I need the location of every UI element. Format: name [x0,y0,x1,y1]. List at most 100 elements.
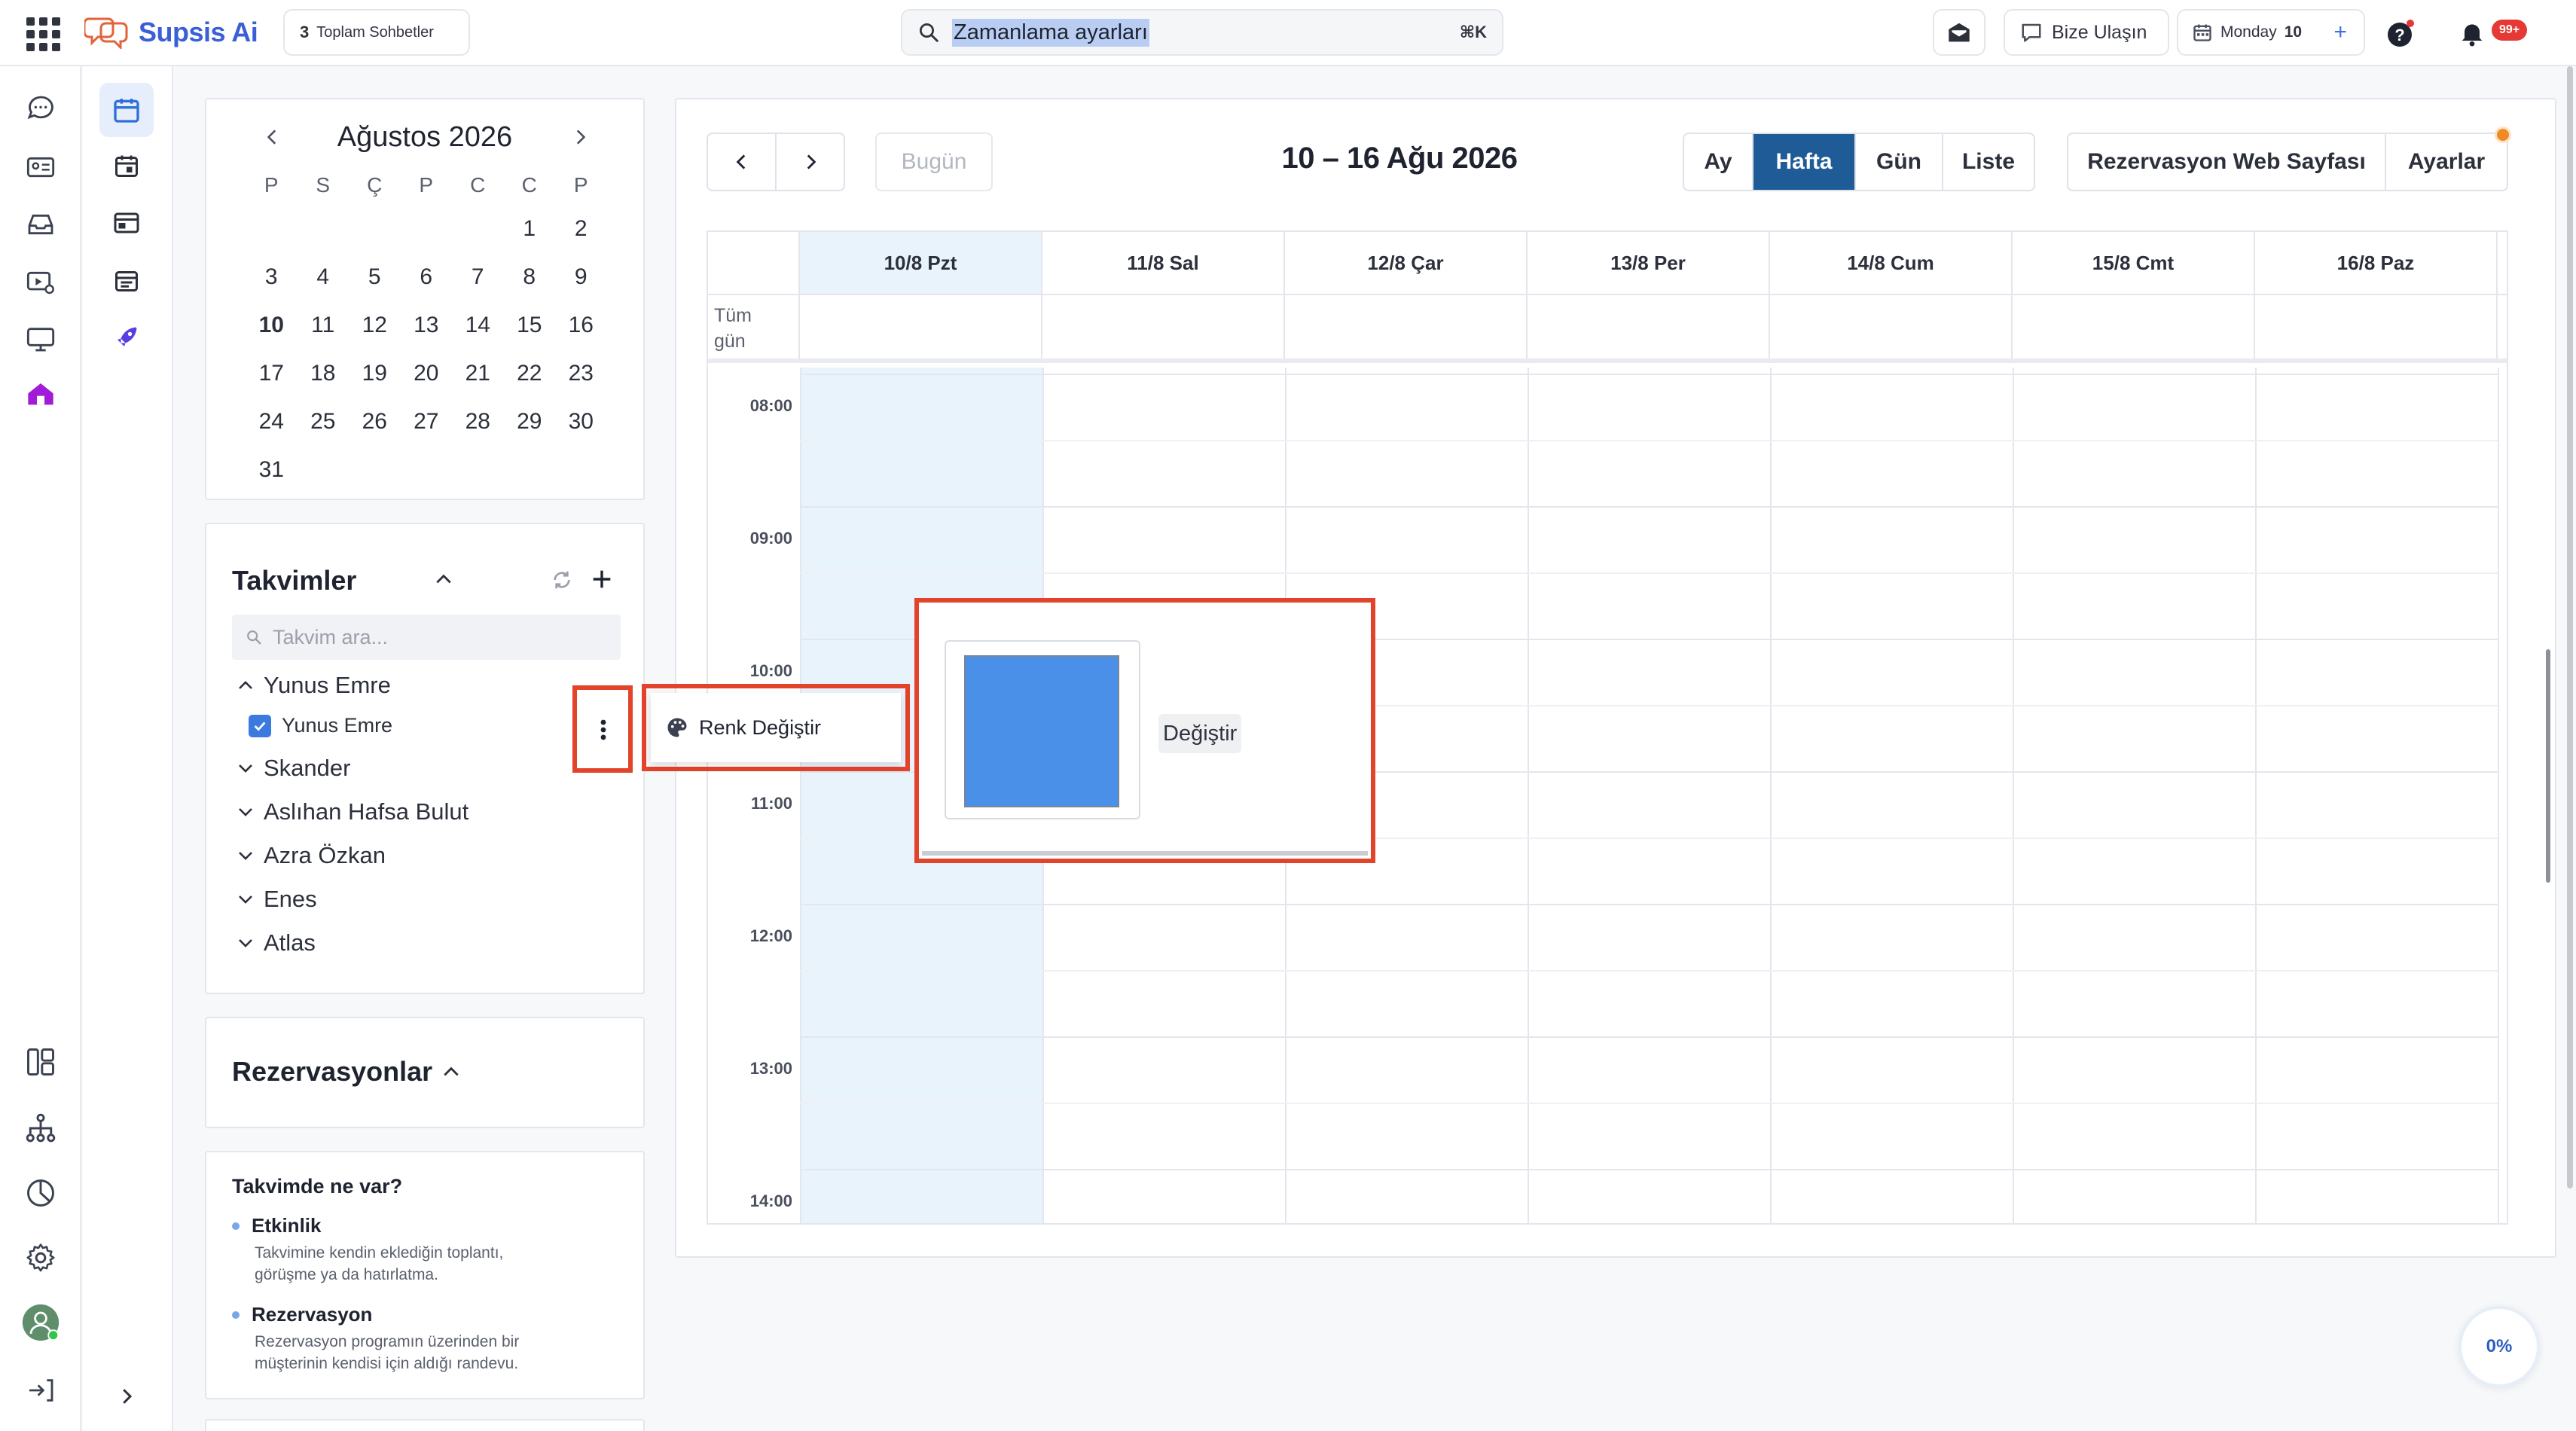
calendar-owner-yunus-emre[interactable]: Yunus Emre [237,672,391,699]
mini-calendar-day[interactable]: 27 [401,398,453,446]
mini-calendar-day[interactable]: 1 [504,205,556,253]
mini-calendar-day[interactable]: 6 [401,253,453,301]
logout-icon[interactable] [21,1371,60,1410]
all-day-cell[interactable] [1042,295,1285,359]
help-button[interactable]: ? [2385,18,2416,50]
expand-chevron-icon[interactable] [99,1369,154,1423]
mini-calendar-day[interactable]: 20 [401,349,453,398]
calendar-options-button[interactable] [594,717,613,743]
home-icon[interactable] [21,375,60,414]
mini-calendar-day[interactable]: 12 [349,301,401,349]
contacts-card-icon[interactable] [21,148,60,187]
user-avatar[interactable] [21,1303,60,1342]
event-calendar-icon[interactable] [99,139,154,193]
inbox-icon[interactable] [21,205,60,244]
page-scrollbar[interactable] [2567,66,2573,1188]
progress-indicator[interactable]: 0% [2458,1306,2540,1387]
global-search[interactable]: Zamanlama ayarları ⌘K [901,9,1503,56]
change-color-button[interactable]: Değiştir [1158,714,1242,753]
day-header[interactable]: 14/8 Cum [1770,232,2013,294]
day-header[interactable]: 16/8 Paz [2255,232,2498,294]
mini-calendar-day[interactable]: 17 [246,349,298,398]
change-color-menu-item[interactable]: Renk Değiştir [651,693,901,762]
current-color-swatch[interactable] [964,655,1119,807]
mini-calendar-day[interactable]: 3 [246,253,298,301]
mini-calendar-day[interactable]: 23 [555,349,607,398]
all-day-cell[interactable] [2013,295,2255,359]
calendar-owner-atlas[interactable]: Atlas [237,929,316,957]
mini-calendar-day[interactable]: 29 [504,398,556,446]
calendar-settings-button[interactable]: Ayarlar [2386,134,2507,190]
apps-grid-icon[interactable] [26,17,60,51]
video-settings-icon[interactable] [21,262,60,301]
mini-calendar-day[interactable]: 10 [246,301,298,349]
day-header[interactable]: 12/8 Çar [1285,232,1528,294]
pie-chart-icon[interactable] [21,1173,60,1213]
mail-button[interactable] [1933,9,1985,56]
mini-calendar-day[interactable]: 22 [504,349,556,398]
view-day-button[interactable]: Gün [1856,134,1943,190]
calendar-owner-skander[interactable]: Skander [237,755,350,782]
layout-panels-icon[interactable] [21,1042,60,1082]
calendar-owner-aslihan-hafsa-bulut[interactable]: Aslıhan Hafsa Bulut [237,798,469,825]
color-swatch-frame[interactable] [945,640,1140,819]
rocket-icon[interactable] [99,310,154,365]
calendar-checkbox[interactable] [249,714,271,737]
add-calendar-button[interactable] [589,566,615,592]
settings-gear-icon[interactable] [21,1238,60,1277]
contact-us-button[interactable]: Bize Ulaşın [2004,9,2169,56]
day-header[interactable]: 11/8 Sal [1042,232,1285,294]
mini-calendar-day[interactable]: 24 [246,398,298,446]
all-day-cell[interactable] [1285,295,1528,359]
calendar-search-input[interactable] [273,625,604,649]
next-week-button[interactable] [777,134,844,190]
search-input[interactable]: Zamanlama ayarları [952,18,1149,47]
calendar-search[interactable] [232,615,621,660]
mini-calendar-day[interactable]: 11 [298,301,349,349]
today-button[interactable]: Bugün [875,133,993,191]
mini-calendar-day[interactable]: 9 [555,253,607,301]
mini-calendar-day[interactable]: 31 [246,446,298,494]
view-list-button[interactable]: Liste [1943,134,2034,190]
hierarchy-icon[interactable] [21,1109,60,1148]
previous-week-button[interactable] [708,134,777,190]
day-selector[interactable]: Monday 10 + [2177,9,2365,56]
mini-calendar-day[interactable]: 21 [452,349,504,398]
time-grid-scrollbar[interactable] [2546,649,2550,883]
mini-calendar-day[interactable]: 16 [555,301,607,349]
mini-calendar-day[interactable]: 28 [452,398,504,446]
browser-window-icon[interactable] [99,196,154,250]
all-day-cell[interactable] [1528,295,1770,359]
all-day-cell[interactable] [1770,295,2013,359]
mini-calendar-day[interactable]: 19 [349,349,401,398]
app-logo[interactable]: Supsis Ai [84,12,258,53]
mini-calendar-day[interactable]: 26 [349,398,401,446]
mini-calendar-day[interactable]: 30 [555,398,607,446]
total-conversations-pill[interactable]: 3 Toplam Sohbetler [283,9,470,56]
day-header[interactable]: 13/8 Per [1528,232,1770,294]
conversations-icon[interactable] [21,89,60,128]
day-header[interactable]: 15/8 Cmt [2013,232,2255,294]
notifications-button[interactable] [2457,18,2487,48]
mini-calendar-day[interactable]: 25 [298,398,349,446]
monitor-icon[interactable] [21,319,60,359]
add-icon[interactable]: + [2333,20,2347,45]
schedule-list-icon[interactable] [99,253,154,307]
mini-calendar-day[interactable]: 4 [298,253,349,301]
calendar-nav-icon[interactable] [99,83,154,137]
view-month-button[interactable]: Ay [1684,134,1753,190]
mini-calendar-day[interactable]: 14 [452,301,504,349]
sub-calendar-yunus-emre[interactable]: Yunus Emre [249,714,392,737]
mini-calendar-day[interactable]: 2 [555,205,607,253]
calendar-owner-azra-ozkan[interactable]: Azra Özkan [237,842,386,869]
calendar-owner-enes[interactable]: Enes [237,886,317,913]
next-month-button[interactable] [563,121,597,154]
mini-calendar-day[interactable]: 5 [349,253,401,301]
mini-calendar-day[interactable]: 7 [452,253,504,301]
mini-calendar-day[interactable]: 8 [504,253,556,301]
all-day-cell[interactable] [2255,295,2498,359]
reservations-header[interactable]: Rezervasyonlar [232,1056,461,1088]
view-week-button[interactable]: Hafta [1753,134,1856,190]
day-header[interactable]: 10/8 Pzt [800,232,1042,294]
booking-page-button[interactable]: Rezervasyon Web Sayfası [2068,134,2386,190]
